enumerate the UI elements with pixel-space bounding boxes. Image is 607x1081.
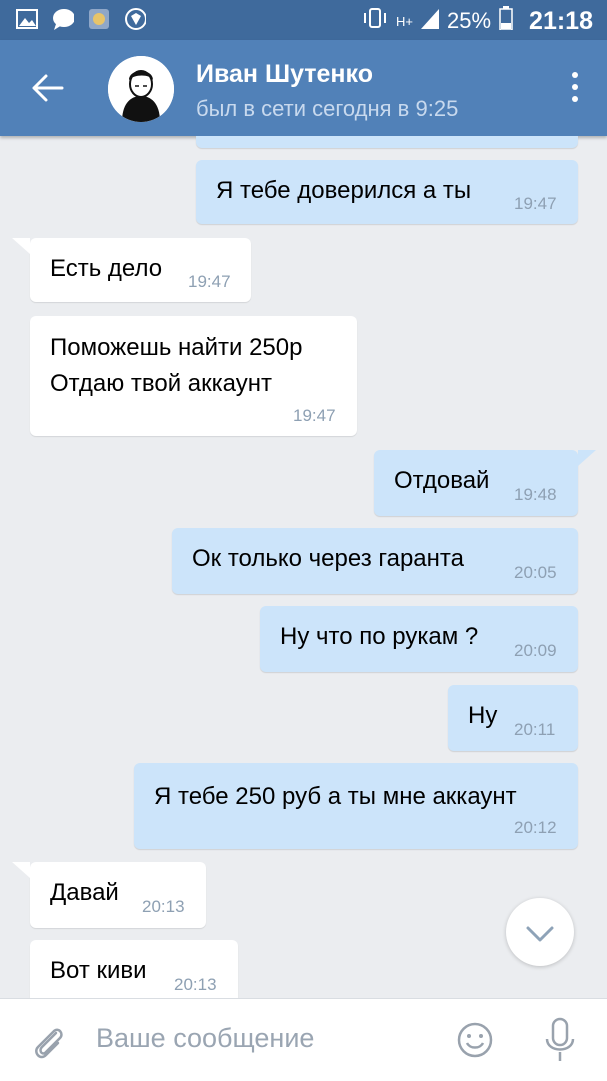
clock: 21:18 [529,6,593,35]
message-text: Ок только через гаранта [192,545,464,572]
bubble-tail [12,238,30,254]
message-text: Вот киви [50,957,147,984]
message-text: Есть дело [50,255,163,282]
chevron-down-icon [526,926,554,942]
message-text: Ну что по рукам ? [280,623,479,650]
system-indicators: H+ 25% 21:18 [362,6,593,36]
message-time: 20:09 [514,641,557,660]
message-text: Я тебе 250 руб а ты мне аккаунт [154,783,517,810]
vibrate-icon [362,7,388,35]
chat-bubble-icon [52,8,74,30]
message-bubble-out[interactable]: Я тебе 250 руб а ты мне аккаунт 20:12 [134,763,578,849]
message-bubble-in[interactable]: Вот киви 20:13 [30,940,238,1006]
message-bubble-out[interactable]: Ну что по рукам ? 20:09 [260,606,578,672]
message-time: 19:47 [293,406,336,425]
battery-icon [499,6,513,36]
message-bubble-out[interactable]: Ок только через гаранта 20:05 [172,528,578,594]
last-seen-status: был в сети сегодня в 9:25 [196,96,459,121]
message-bubble-in[interactable]: Давай 20:13 [12,862,206,928]
message-time: 20:11 [514,720,556,739]
message-text: Давай [50,879,119,906]
message-text: Ну [468,702,498,729]
message-text: Отдовай [394,467,490,494]
message-time: 20:12 [514,818,557,837]
paperclip-icon[interactable] [28,1021,68,1061]
signal-icon [421,7,439,35]
message-text-line-1: Поможешь найти 250р [50,334,303,361]
message-time: 19:47 [188,272,231,291]
bubble-tail [578,450,596,466]
gallery-icon [16,8,38,30]
message-composer: Ваше сообщение [0,998,607,1081]
message-time: 19:48 [514,485,557,504]
message-time: 20:13 [142,897,185,916]
bubble-tail [12,862,30,878]
message-bubble-out[interactable]: Ну 20:11 [448,685,578,751]
emoji-icon[interactable] [456,1021,494,1059]
message-text-line-2: Отдаю твой аккаунт [50,370,272,397]
chat-header: Иван Шутенко был в сети сегодня в 9:25 [0,40,607,136]
message-time: 20:13 [174,975,217,994]
message-time: 19:47 [514,194,557,213]
message-bubble-in[interactable]: Есть дело 19:47 [12,238,251,302]
scroll-to-bottom-button[interactable] [506,898,574,966]
contact-name[interactable]: Иван Шутенко [196,60,373,89]
message-bubble-out[interactable]: Я тебе доверился а ты 19:47 [196,160,578,224]
shield-app-icon [124,8,146,30]
message-text: Я тебе доверился а ты [216,177,472,204]
more-options-icon[interactable] [571,72,579,104]
microphone-icon[interactable] [540,1017,580,1063]
message-bubble-out[interactable]: Отдовай 19:48 [374,450,596,516]
message-time: 20:05 [514,563,557,582]
message-partial-out [196,136,578,148]
message-input[interactable]: Ваше сообщение [96,1023,314,1054]
avatar[interactable] [108,56,174,122]
notification-icons [16,8,146,30]
message-bubble-in[interactable]: Поможешь найти 250р Отдаю твой аккаунт 1… [30,316,357,436]
back-arrow-icon[interactable] [30,70,66,106]
network-type: H+ [396,13,413,29]
status-bar: H+ 25% 21:18 [0,0,607,40]
battery-level: 25% [447,8,492,33]
game-app-icon [88,8,110,30]
